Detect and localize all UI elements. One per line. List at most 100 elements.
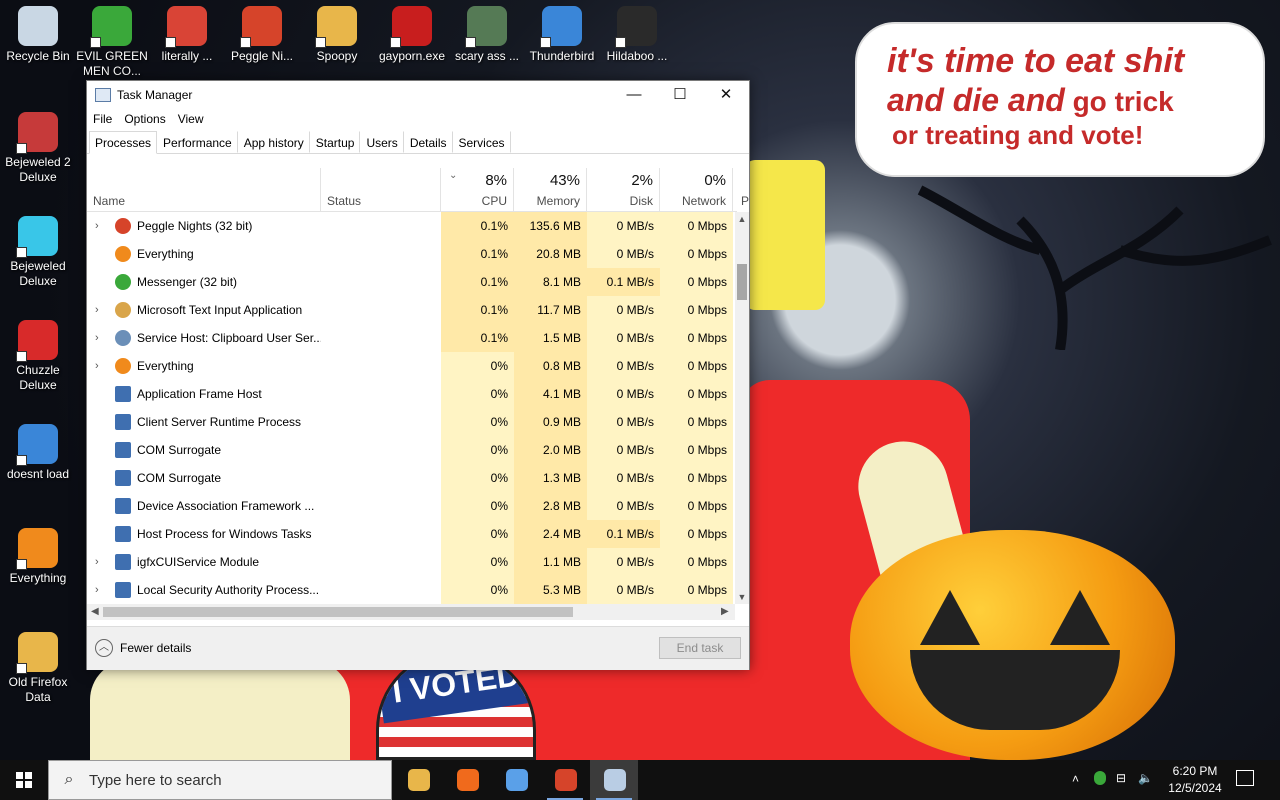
desktop-icon[interactable]: gayporn.exe (374, 6, 450, 64)
tab-services[interactable]: Services (453, 131, 511, 153)
menu-file[interactable]: File (93, 112, 112, 126)
tab-startup[interactable]: Startup (310, 131, 361, 153)
horizontal-scroll-thumb[interactable] (103, 607, 573, 617)
desktop-icon-label: Chuzzle Deluxe (16, 363, 60, 392)
desktop-icon[interactable]: Thunderbird (524, 6, 600, 64)
column-header-status[interactable]: Status (321, 168, 441, 212)
desktop-icon[interactable]: doesnt load (0, 424, 76, 482)
notification-icon[interactable] (1236, 770, 1254, 786)
desktop-icon[interactable]: Chuzzle Deluxe (0, 320, 76, 393)
taskbar-clock[interactable]: 6:20 PM 12/5/2024 (1160, 763, 1230, 797)
app-window-icon (115, 386, 131, 402)
scroll-right-icon[interactable]: ▶ (721, 604, 729, 620)
desktop-icon[interactable]: literally ... (149, 6, 225, 64)
expand-chevron-icon[interactable]: › (95, 212, 99, 240)
process-row[interactable]: › Service Host: Clipboard User Ser... 0.1%… (87, 324, 737, 352)
expand-chevron-icon[interactable]: › (95, 576, 99, 604)
bejeweled-icon (16, 216, 58, 258)
desktop-icon[interactable]: Recycle Bin (0, 6, 76, 64)
taskbar-app-button[interactable] (541, 760, 589, 800)
chevron-up-icon: ︿ (95, 639, 113, 657)
process-row[interactable]: › Local Security Authority Process... 0% 5.… (87, 576, 737, 604)
close-button[interactable]: ✕ (703, 81, 749, 108)
expand-chevron-icon[interactable]: › (95, 548, 99, 576)
tab-details[interactable]: Details (404, 131, 453, 153)
process-name: Everything (137, 359, 194, 373)
process-row[interactable]: COM Surrogate 0% 2.0 MB 0 MB/s 0 Mbps (87, 436, 737, 464)
fewer-details-button[interactable]: ︿ Fewer details (95, 639, 191, 657)
volume-icon[interactable]: 🔈 (1138, 771, 1153, 785)
process-row[interactable]: › igfxCUIService Module 0% 1.1 MB 0 MB/s 0 Mb… (87, 548, 737, 576)
process-network: 0 Mbps (660, 240, 733, 268)
process-memory: 5.3 MB (514, 576, 587, 604)
process-disk: 0 MB/s (587, 212, 660, 240)
process-row[interactable]: › Peggle Nights (32 bit) 0.1% 135.6 MB 0 MB/… (87, 212, 737, 240)
minimize-button[interactable]: — (611, 81, 657, 108)
desktop-icon[interactable]: Everything (0, 528, 76, 586)
process-network: 0 Mbps (660, 548, 733, 576)
tab-app-history[interactable]: App history (238, 131, 310, 153)
speech-line-2b: go trick (1064, 86, 1174, 117)
shortcut-arrow-icon (315, 37, 326, 48)
end-task-button[interactable]: End task (659, 637, 741, 659)
process-row[interactable]: Client Server Runtime Process 0% 0.9 MB 0 M… (87, 408, 737, 436)
vertical-scrollbar[interactable]: ▲ ▼ (735, 212, 749, 604)
process-cpu: 0% (441, 520, 514, 548)
taskbar-app-button[interactable] (492, 760, 540, 800)
process-name-cell: COM Surrogate (87, 436, 321, 464)
sort-chevron-down-icon: ⌄ (449, 170, 458, 181)
desktop-icon[interactable]: Old Firefox Data (0, 632, 76, 705)
tab-processes[interactable]: Processes (89, 131, 158, 154)
windows-logo-icon (16, 772, 32, 788)
title-bar[interactable]: Task Manager — ☐ ✕ (87, 81, 749, 108)
process-row[interactable]: Messenger (32 bit) 0.1% 8.1 MB 0.1 MB/s 0 Mb… (87, 268, 737, 296)
taskbar-app-button[interactable] (443, 760, 491, 800)
process-row[interactable]: Application Frame Host 0% 4.1 MB 0 MB/s 0 Mb… (87, 380, 737, 408)
taskbar-app-button[interactable] (590, 760, 638, 800)
process-row[interactable]: COM Surrogate 0% 1.3 MB 0 MB/s 0 Mbps (87, 464, 737, 492)
column-header-memory[interactable]: 43% Memory (514, 168, 587, 212)
column-header-name[interactable]: Name (87, 168, 321, 212)
task-manager-window[interactable]: Task Manager — ☐ ✕ File Options View Pro… (86, 80, 750, 670)
taskbar-search-box[interactable]: ⌕ Type here to search (48, 760, 392, 800)
scroll-down-icon[interactable]: ▼ (735, 592, 749, 602)
column-header-cpu[interactable]: ⌄ 8% CPU (441, 168, 514, 212)
messenger-tray-icon[interactable] (1094, 771, 1106, 785)
scroll-left-icon[interactable]: ◀ (91, 604, 99, 620)
start-button[interactable] (0, 760, 48, 800)
process-row[interactable]: Device Association Framework ... 0% 2.8 MB… (87, 492, 737, 520)
column-header-disk[interactable]: 2% Disk (587, 168, 660, 212)
column-header-network[interactable]: 0% Network (660, 168, 733, 212)
menu-options[interactable]: Options (124, 112, 165, 126)
vertical-scroll-thumb[interactable] (737, 264, 747, 300)
desktop-icon[interactable]: scary ass ... (449, 6, 525, 64)
desktop-icon[interactable]: Bejeweled Deluxe (0, 216, 76, 289)
tab-performance[interactable]: Performance (157, 131, 238, 153)
process-disk: 0 MB/s (587, 548, 660, 576)
taskbar-app-button[interactable] (394, 760, 442, 800)
process-row[interactable]: › Everything 0% 0.8 MB 0 MB/s 0 Mbps (87, 352, 737, 380)
chevron-up-icon[interactable]: ˄ (1072, 772, 1079, 786)
process-network: 0 Mbps (660, 212, 733, 240)
horizontal-scrollbar[interactable]: ◀ ▶ (87, 604, 735, 620)
desktop-icon[interactable]: EVIL GREEN MEN CO... (74, 6, 150, 79)
process-cpu: 0.1% (441, 212, 514, 240)
network-icon[interactable]: ⊟ (1116, 771, 1126, 785)
process-row[interactable]: Host Process for Windows Tasks 0% 2.4 MB 0.… (87, 520, 737, 548)
desktop-icon[interactable]: Spoopy (299, 6, 375, 64)
desktop-icon[interactable]: Bejeweled 2 Deluxe (0, 112, 76, 185)
menu-view[interactable]: View (178, 112, 204, 126)
expand-chevron-icon[interactable]: › (95, 296, 99, 324)
app-window-icon (115, 442, 131, 458)
expand-chevron-icon[interactable]: › (95, 324, 99, 352)
tab-users[interactable]: Users (360, 131, 404, 153)
desktop-icon[interactable]: Hildaboo ... (599, 6, 675, 64)
expand-chevron-icon[interactable]: › (95, 352, 99, 380)
scroll-up-icon[interactable]: ▲ (735, 214, 749, 224)
maximize-button[interactable]: ☐ (657, 81, 703, 108)
desktop-icon[interactable]: Peggle Ni... (224, 6, 300, 64)
process-row[interactable]: › Microsoft Text Input Application 0.1% 11.… (87, 296, 737, 324)
column-header-power[interactable]: P (733, 168, 749, 212)
app-window-icon (115, 414, 131, 430)
process-row[interactable]: Everything 0.1% 20.8 MB 0 MB/s 0 Mbps (87, 240, 737, 268)
